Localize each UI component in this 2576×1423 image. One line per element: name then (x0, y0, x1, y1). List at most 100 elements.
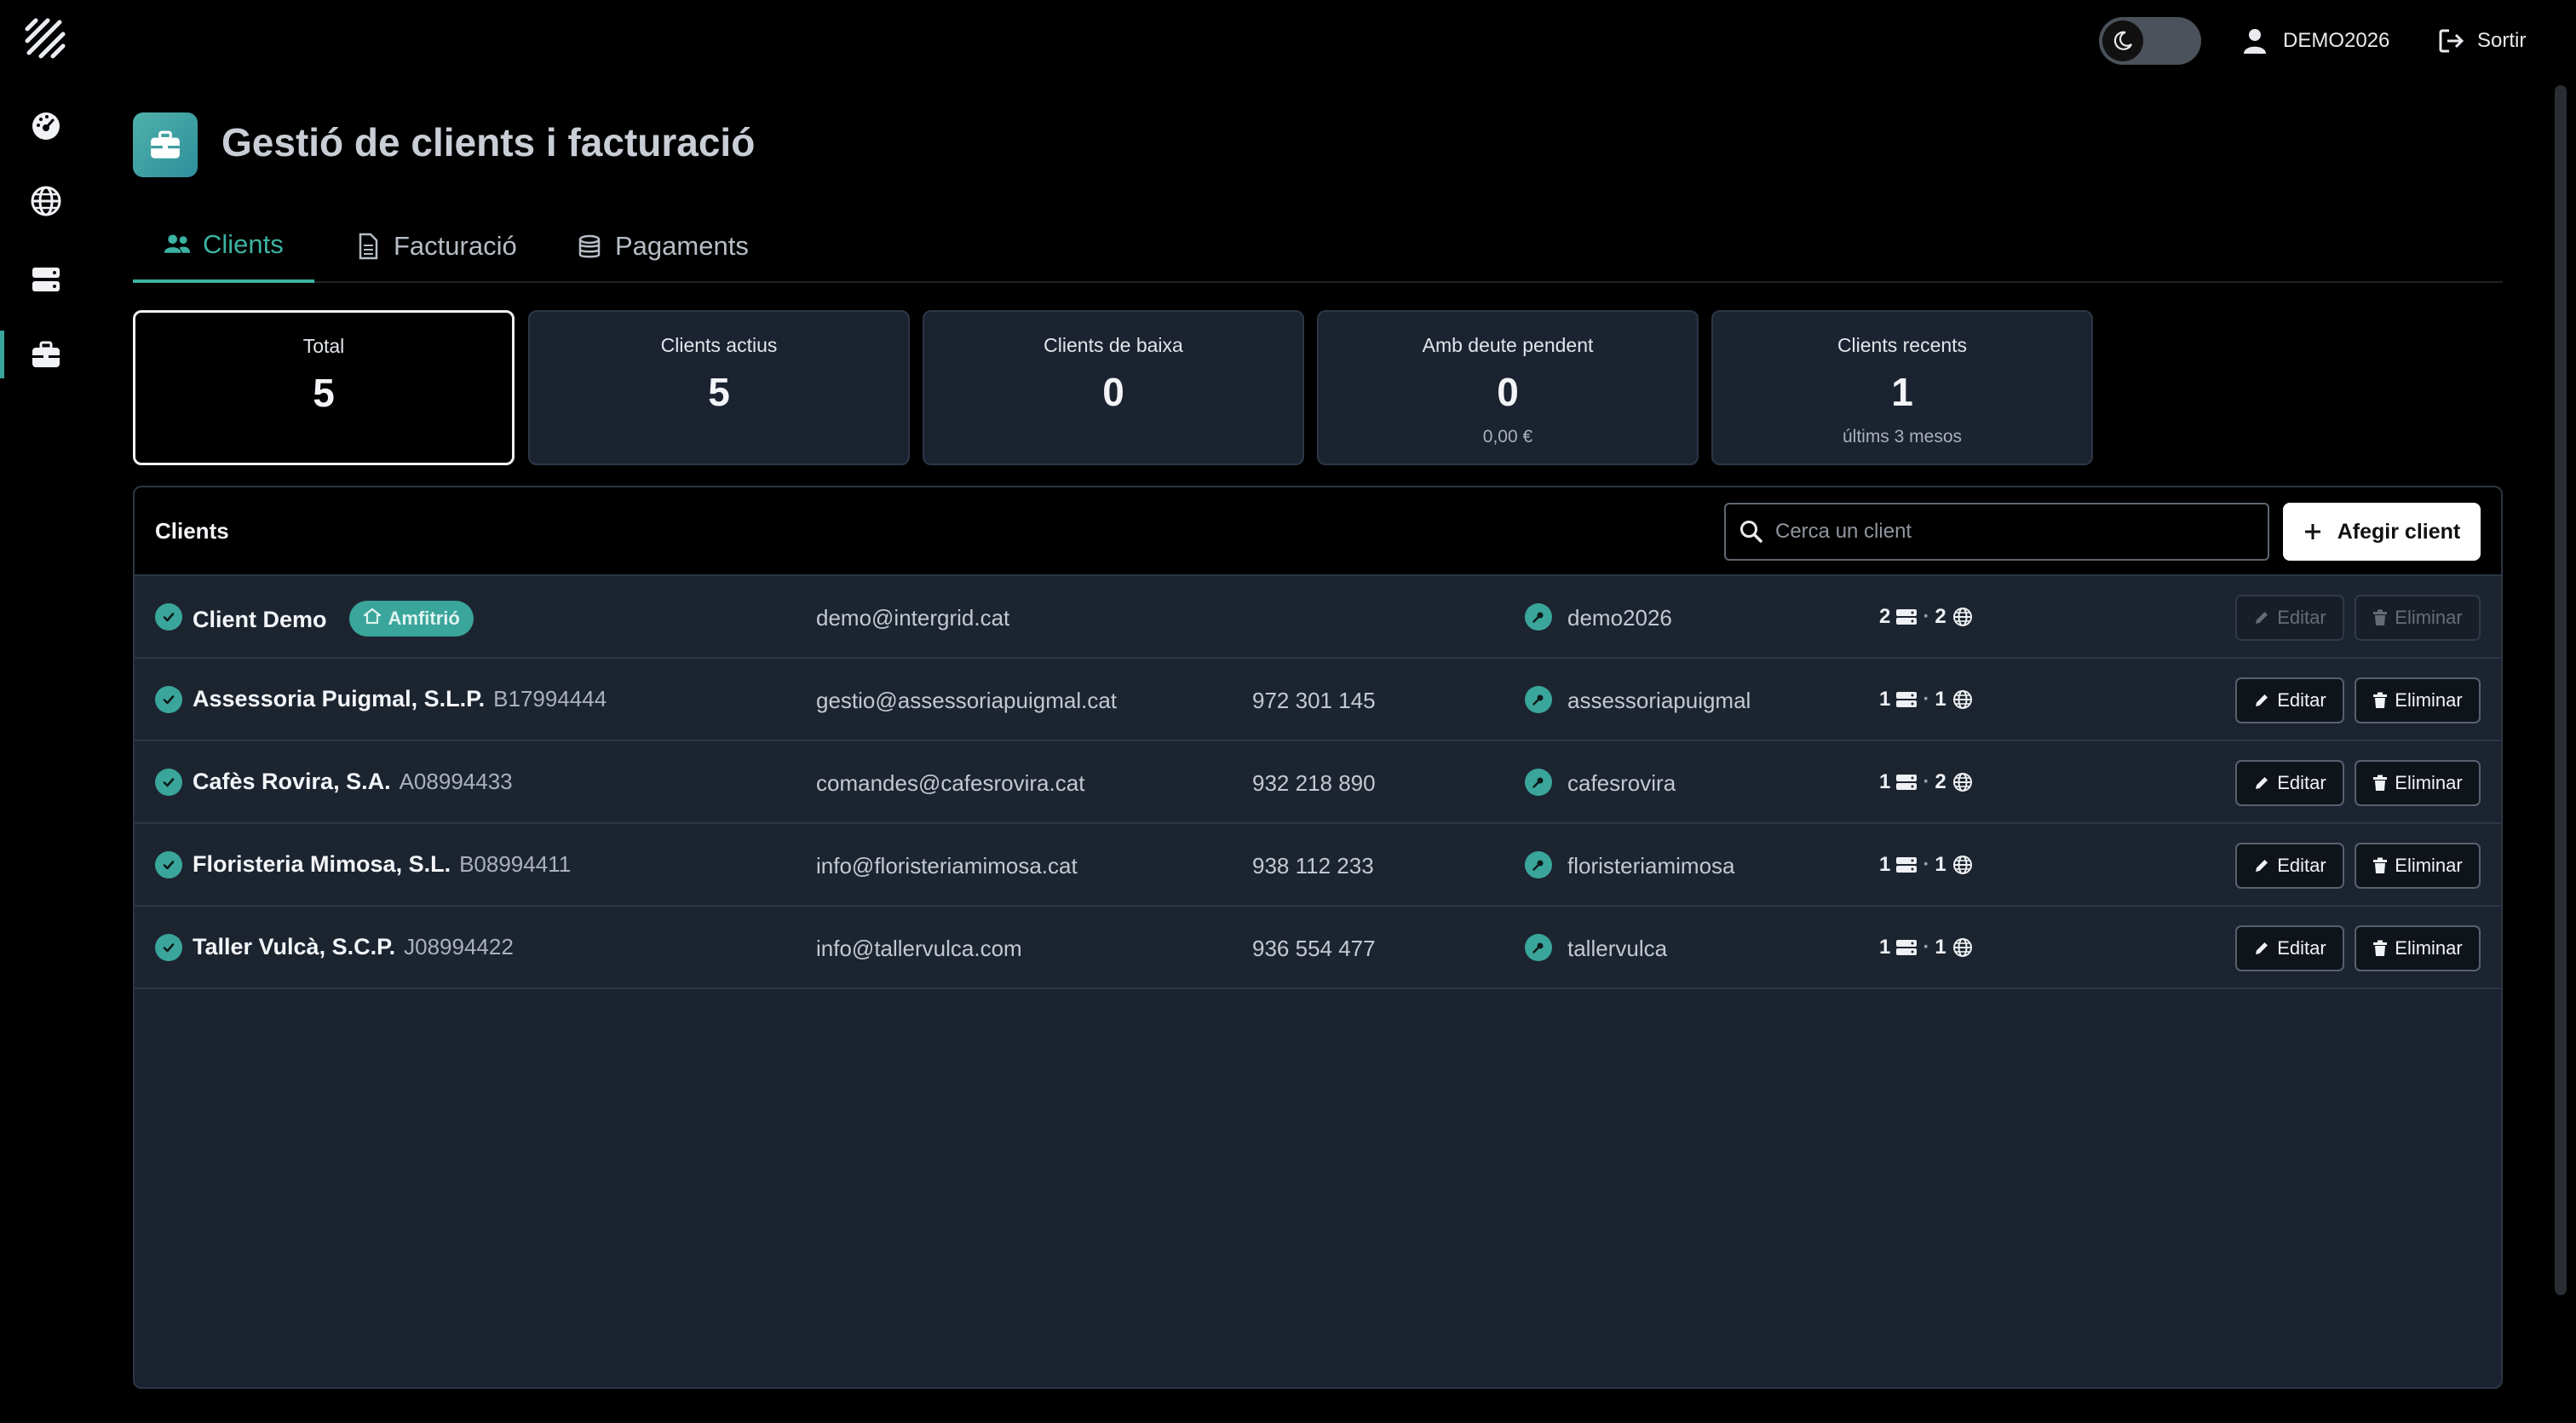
add-client-button[interactable]: Afegir client (2283, 503, 2481, 561)
delete-button[interactable]: Eliminar (2355, 843, 2481, 889)
briefcase-icon (133, 112, 198, 177)
clients-panel-header: Clients Afegir client (135, 487, 2501, 576)
server-count: 1 (1879, 936, 1891, 959)
separator-dot: · (1923, 605, 1930, 628)
domain-count: 2 (1935, 605, 1946, 628)
client-email: gestio@assessoriapuigmal.cat (816, 688, 1118, 713)
coins-icon (578, 234, 601, 258)
separator-dot: · (1923, 853, 1930, 876)
edit-button[interactable]: Editar (2235, 925, 2344, 971)
client-name[interactable]: Taller Vulcà, S.C.P. J08994422 (193, 934, 514, 960)
sidebar-item-dashboard[interactable] (0, 99, 92, 153)
client-email: info@tallervulca.com (816, 936, 1022, 961)
table-row[interactable]: Floristeria Mimosa, S.L. B08994411 info@fl… (135, 824, 2501, 907)
active-status-icon (155, 603, 182, 631)
page-title: Gestió de clients i facturació (221, 120, 756, 164)
trash-icon (2372, 775, 2388, 792)
sidebar-item-servers[interactable] (0, 252, 92, 307)
edit-button[interactable]: Editar (2235, 760, 2344, 806)
client-name[interactable]: Client Demo Amfitrió (193, 601, 474, 639)
logout-button[interactable]: Sortir (2438, 22, 2526, 60)
tab-pagaments[interactable]: Pagaments (576, 210, 749, 283)
stat-card-active[interactable]: Clients actius 5 (528, 310, 910, 465)
edit-button[interactable]: Editar (2235, 595, 2344, 641)
client-name[interactable]: Cafès Rovira, S.A. A08994433 (193, 769, 513, 795)
document-icon (359, 233, 378, 260)
key-icon (1525, 603, 1552, 631)
tab-clients[interactable]: Clients (133, 210, 314, 283)
table-row[interactable]: Assessoria Puigmal, S.L.P. B17994444 gesti… (135, 659, 2501, 741)
globe-icon (1952, 772, 1974, 792)
edit-button[interactable]: Editar (2235, 843, 2344, 889)
separator-dot: · (1923, 770, 1930, 793)
logout-icon (2439, 29, 2464, 53)
table-row[interactable]: Cafès Rovira, S.A. A08994433 comandes@cafe… (135, 741, 2501, 824)
client-nif: B08994411 (459, 851, 572, 877)
client-email: comandes@cafesrovira.cat (816, 770, 1085, 796)
key-icon (1525, 686, 1552, 713)
tab-bar: Clients Facturació Pagaments (133, 210, 2503, 283)
client-name[interactable]: Assessoria Puigmal, S.L.P. B17994444 (193, 686, 607, 712)
server-icon (1895, 689, 1918, 710)
globe-icon (1952, 689, 1974, 710)
server-count: 2 (1879, 605, 1891, 628)
page-scrollbar[interactable] (2555, 85, 2567, 1295)
resource-counts: 1 · 1 (1879, 936, 1974, 959)
stat-card-total[interactable]: Total 5 (133, 310, 515, 465)
resource-counts: 1 · 2 (1879, 770, 1974, 794)
key-icon (1525, 934, 1552, 961)
host-badge: Amfitrió (348, 601, 474, 637)
active-status-icon (155, 769, 182, 796)
trash-icon (2372, 857, 2388, 874)
globe-icon (1952, 607, 1974, 627)
client-name[interactable]: Floristeria Mimosa, S.L. B08994411 (193, 851, 571, 878)
table-row[interactable]: Client Demo Amfitrió demo@intergrid.cat dem… (135, 576, 2501, 659)
client-email: demo@intergrid.cat (816, 605, 1010, 631)
active-status-icon (155, 686, 182, 713)
client-nif: B17994444 (493, 686, 607, 712)
users-icon (164, 234, 191, 253)
pencil-icon (2253, 609, 2270, 626)
user-menu[interactable]: DEMO2026 (2242, 22, 2389, 60)
client-phone: 938 112 233 (1252, 853, 1374, 879)
sidebar-item-clients[interactable] (0, 327, 92, 382)
trash-icon (2372, 940, 2388, 957)
search-icon (1740, 521, 1762, 543)
client-username: floristeriamimosa (1567, 853, 1735, 879)
plus-icon (2304, 524, 2320, 539)
domain-count: 2 (1935, 770, 1946, 793)
gauge-icon (32, 112, 60, 140)
stat-card-inactive[interactable]: Clients de baixa 0 (923, 310, 1304, 465)
client-phone: 932 218 890 (1252, 770, 1376, 796)
search-input[interactable] (1775, 520, 2252, 544)
app-logo-icon[interactable] (24, 17, 68, 61)
client-username: demo2026 (1567, 605, 1672, 631)
sidebar-item-domains[interactable] (0, 174, 92, 228)
delete-button[interactable]: Eliminar (2355, 925, 2481, 971)
separator-dot: · (1923, 936, 1930, 959)
stat-card-recent[interactable]: Clients recents 1 últims 3 mesos (1711, 310, 2093, 465)
logout-label: Sortir (2477, 29, 2527, 52)
delete-button[interactable]: Eliminar (2355, 595, 2481, 641)
clients-panel-title: Clients (155, 518, 229, 544)
server-count: 1 (1879, 688, 1891, 711)
table-row[interactable]: Taller Vulcà, S.C.P. J08994422 info@taller… (135, 907, 2501, 989)
stat-card-debt[interactable]: Amb deute pendent 0 0,00 € (1317, 310, 1699, 465)
globe-icon (31, 186, 61, 216)
resource-counts: 2 · 2 (1879, 605, 1974, 629)
domain-count: 1 (1935, 936, 1946, 959)
theme-toggle[interactable] (2099, 17, 2201, 65)
delete-button[interactable]: Eliminar (2355, 760, 2481, 806)
search-box[interactable] (1724, 503, 2269, 561)
client-email: info@floristeriamimosa.cat (816, 853, 1078, 879)
briefcase-icon (32, 341, 60, 367)
delete-button[interactable]: Eliminar (2355, 677, 2481, 723)
client-nif: J08994422 (404, 934, 514, 959)
client-username: cafesrovira (1567, 770, 1676, 796)
server-icon (1895, 855, 1918, 875)
tab-facturacio[interactable]: Facturació (354, 210, 517, 283)
sidebar (0, 0, 92, 1423)
globe-icon (1952, 855, 1974, 875)
edit-button[interactable]: Editar (2235, 677, 2344, 723)
client-phone: 936 554 477 (1252, 936, 1376, 961)
